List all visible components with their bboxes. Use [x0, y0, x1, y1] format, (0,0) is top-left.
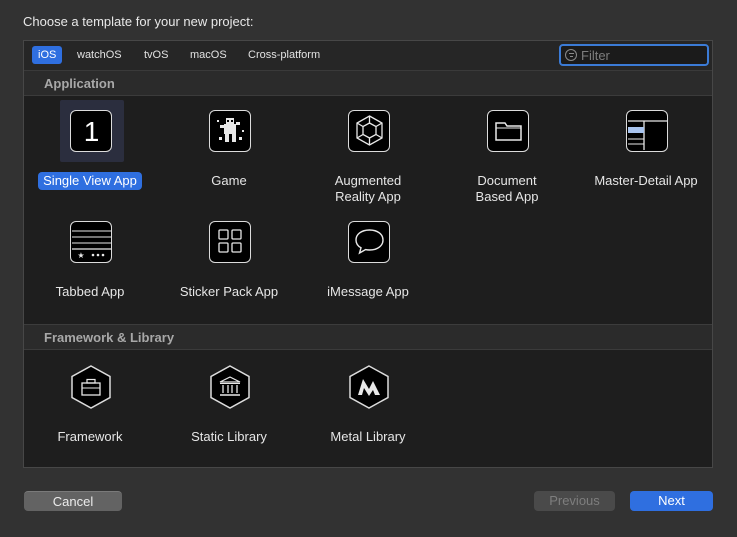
game-icon — [209, 110, 251, 152]
augmented-reality-icon — [348, 110, 390, 152]
sticker-grid-icon — [209, 221, 251, 263]
svg-text:1: 1 — [83, 116, 99, 147]
filter-field[interactable] — [559, 44, 709, 66]
template-panel: iOS watchOS tvOS macOS Cross-platform Ap… — [23, 40, 713, 468]
tab-tvos[interactable]: tvOS — [138, 46, 174, 64]
tab-watchos[interactable]: watchOS — [71, 46, 128, 64]
template-game[interactable]: Game — [164, 100, 294, 196]
toolbox-icon — [68, 364, 114, 410]
template-label: Document Based App — [475, 173, 539, 204]
template-label: Single View App — [25, 172, 155, 190]
template-single-view-app[interactable]: 1 Single View App — [25, 100, 155, 196]
template-label: iMessage App — [327, 284, 409, 299]
platform-tab-bar: iOS watchOS tvOS macOS Cross-platform — [24, 41, 712, 71]
template-label: Tabbed App — [55, 284, 125, 299]
template-sticker-pack-app[interactable]: Sticker Pack App — [164, 211, 294, 307]
tab-cross-platform[interactable]: Cross-platform — [242, 46, 326, 64]
template-master-detail-app[interactable]: Master-Detail App — [581, 100, 711, 196]
tabbed-app-icon: ★ — [70, 221, 112, 263]
document-folder-icon — [487, 110, 529, 152]
template-document-based-app[interactable]: Document Based App — [442, 100, 572, 204]
filter-input[interactable] — [581, 47, 703, 63]
section-header-application: Application — [24, 71, 712, 96]
template-imessage-app[interactable]: iMessage App — [303, 211, 433, 307]
template-label: Game — [211, 173, 247, 188]
template-framework[interactable]: Framework — [25, 356, 155, 452]
metal-icon — [346, 364, 392, 410]
message-bubble-icon — [348, 221, 390, 263]
template-label: Augmented Reality App — [334, 173, 402, 204]
section-title-application: Application — [44, 76, 115, 91]
single-view-icon: 1 — [70, 110, 112, 152]
template-augmented-reality-app[interactable]: Augmented Reality App — [303, 100, 433, 204]
filter-icon — [565, 49, 577, 61]
template-label: Framework — [57, 429, 123, 444]
dialog-title: Choose a template for your new project: — [23, 14, 254, 29]
template-label: Master-Detail App — [594, 173, 698, 188]
library-building-icon — [207, 364, 253, 410]
tab-macos[interactable]: macOS — [184, 46, 233, 64]
tab-ios[interactable]: iOS — [32, 46, 63, 64]
master-detail-icon — [626, 110, 668, 152]
previous-button[interactable]: Previous — [534, 491, 615, 511]
svg-text:★: ★ — [77, 251, 84, 260]
section-header-framework-library: Framework & Library — [24, 325, 712, 350]
section-title-framework-library: Framework & Library — [44, 330, 175, 345]
template-static-library[interactable]: Static Library — [164, 356, 294, 452]
cancel-button[interactable]: Cancel — [24, 491, 122, 511]
template-label: Sticker Pack App — [179, 284, 279, 299]
next-button[interactable]: Next — [630, 491, 713, 511]
template-metal-library[interactable]: Metal Library — [303, 356, 433, 452]
template-tabbed-app[interactable]: ★ Tabbed App — [25, 211, 155, 307]
template-label: Static Library — [191, 429, 267, 444]
template-label: Metal Library — [330, 429, 406, 444]
